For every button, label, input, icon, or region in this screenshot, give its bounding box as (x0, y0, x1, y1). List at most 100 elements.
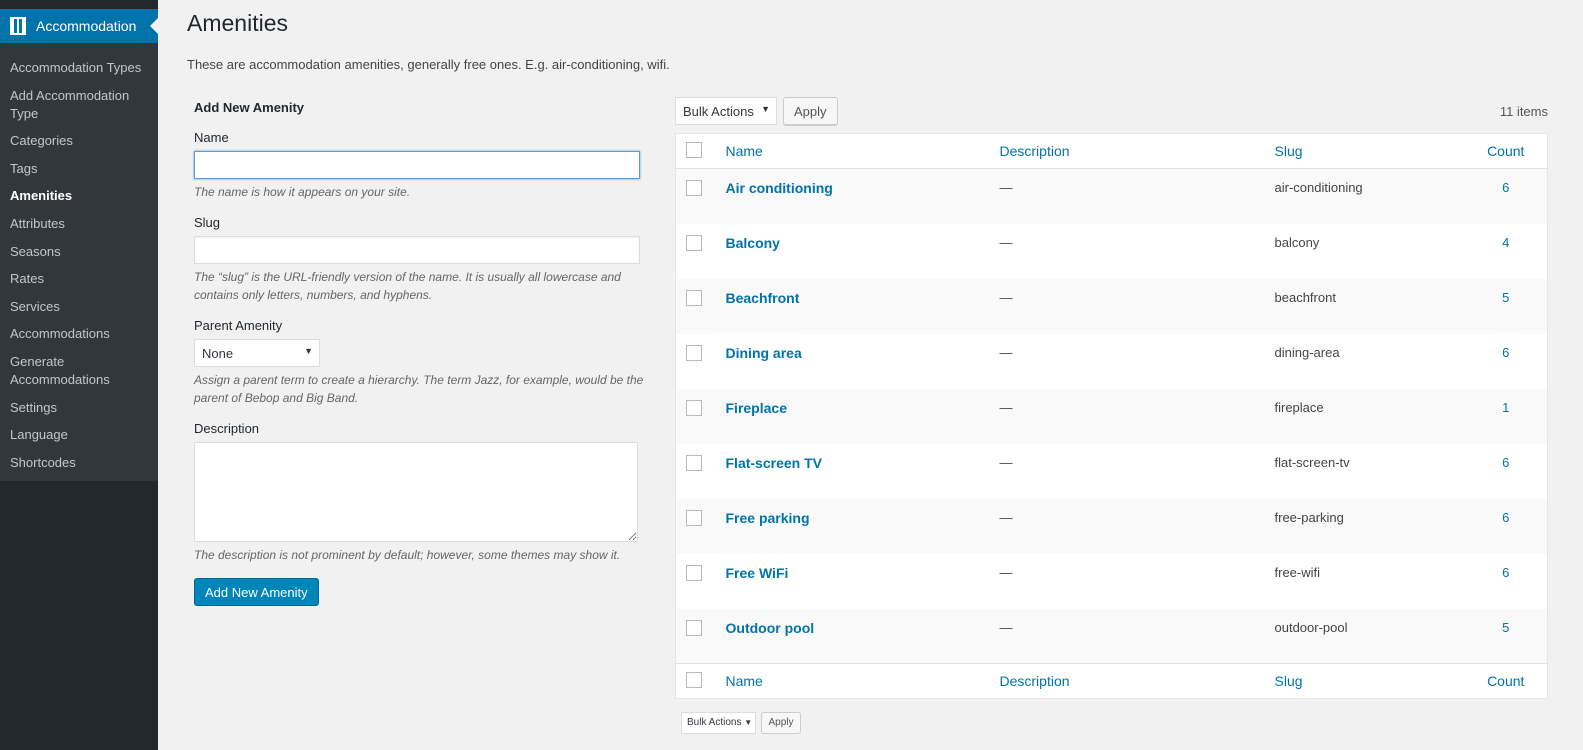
sidebar-item-seasons[interactable]: Seasons (0, 239, 158, 265)
amenity-slug: beachfront (1274, 289, 1336, 305)
amenity-description: — (999, 399, 1013, 415)
form-heading: Add New Amenity (194, 100, 305, 115)
column-description[interactable]: Description (989, 133, 1265, 169)
apply-button-bottom[interactable]: Apply (761, 712, 801, 734)
amenity-name-link[interactable]: Fireplace (726, 400, 787, 416)
sidebar-item-generate-accommodations[interactable]: Generate Accommodations (0, 349, 158, 393)
menu-accommodation[interactable]: Accommodation (0, 9, 158, 43)
table-row: Flat-screen TV — flat-screen-tv 6 (676, 444, 1548, 499)
amenity-name-link[interactable]: Beachfront (726, 290, 800, 306)
row-checkbox[interactable] (686, 180, 702, 196)
row-checkbox[interactable] (686, 564, 702, 581)
select-all-checkbox[interactable] (686, 141, 702, 158)
slug-label: Slug (194, 215, 221, 230)
current-arrow-icon (150, 18, 158, 34)
slug-input[interactable] (194, 236, 640, 264)
amenity-slug: free-parking (1274, 509, 1344, 525)
amenity-count-link[interactable]: 6 (1465, 334, 1548, 389)
top-tablenav: Bulk Actions ▼ Apply 11 items (675, 97, 1548, 125)
add-amenity-form: Add New Amenity Name The name is how it … (194, 100, 644, 606)
sidebar-item-add-accommodation-type[interactable]: Add Accommodation Type (0, 83, 158, 127)
select-all-checkbox-footer[interactable] (686, 671, 702, 688)
column-count[interactable]: Count (1464, 133, 1548, 169)
sidebar-item-attributes[interactable]: Attributes (0, 211, 158, 237)
amenity-slug: fireplace (1274, 399, 1324, 415)
menu-title: Accommodation (36, 18, 137, 34)
parent-value: None (202, 346, 234, 361)
amenity-slug: dining-area (1274, 344, 1340, 360)
sidebar-item-rates[interactable]: Rates (0, 266, 158, 292)
column-description-footer[interactable]: Description (989, 663, 1265, 699)
sidebar-item-accommodations[interactable]: Accommodations (0, 321, 158, 347)
amenity-slug: air-conditioning (1274, 180, 1363, 195)
amenity-count-link[interactable]: 5 (1465, 279, 1548, 334)
slug-help: The “slug” is the URL-friendly version o… (194, 270, 621, 302)
table-row: Air conditioning — air-conditioning 6 (675, 168, 1548, 224)
amenity-name-link[interactable]: Dining area (726, 345, 802, 361)
column-name-footer[interactable]: Name (715, 663, 990, 699)
sidebar-item-shortcodes[interactable]: Shortcodes (0, 450, 158, 476)
column-name[interactable]: Name (715, 133, 990, 169)
dropdown-arrow-icon: ▼ (761, 104, 770, 114)
apply-button[interactable]: Apply (783, 97, 838, 125)
amenity-count-link[interactable]: 6 (1465, 444, 1548, 499)
table-row: Free parking — free-parking 6 (675, 498, 1548, 554)
amenity-count-link[interactable]: 6 (1465, 169, 1548, 224)
table-row: Balcony — balcony 4 (676, 224, 1548, 279)
amenity-count-link[interactable]: 6 (1465, 499, 1548, 554)
dropdown-arrow-icon: ▼ (304, 346, 313, 356)
amenity-count-link[interactable]: 4 (1465, 224, 1548, 279)
amenity-description: — (999, 509, 1013, 525)
submenu: Accommodation Types Add Accommodation Typ… (0, 43, 158, 481)
row-checkbox[interactable] (686, 399, 702, 416)
amenity-count-link[interactable]: 5 (1465, 609, 1548, 664)
sidebar-item-language[interactable]: Language (0, 422, 158, 448)
amenity-name-link[interactable]: Balcony (726, 235, 780, 251)
amenity-description: — (999, 234, 1013, 250)
row-checkbox[interactable] (686, 289, 702, 306)
sidebar-item-categories[interactable]: Categories (0, 128, 158, 154)
amenity-name-link[interactable]: Outdoor pool (726, 620, 815, 636)
page-title: Amenities (187, 10, 288, 36)
column-slug[interactable]: Slug (1264, 133, 1465, 169)
row-checkbox[interactable] (686, 234, 702, 251)
column-slug-footer[interactable]: Slug (1264, 663, 1465, 699)
amenity-description: — (999, 180, 1013, 195)
amenity-name-link[interactable]: Free WiFi (726, 565, 789, 581)
parent-help: Assign a parent term to create a hierarc… (194, 373, 644, 405)
sidebar-item-services[interactable]: Services (0, 294, 158, 320)
amenity-description: — (999, 564, 1013, 580)
row-checkbox[interactable] (686, 509, 702, 526)
amenity-slug: flat-screen-tv (1274, 454, 1350, 470)
row-checkbox[interactable] (686, 344, 702, 361)
column-count-footer[interactable]: Count (1464, 663, 1548, 699)
amenity-description: — (999, 289, 1013, 305)
amenity-slug: balcony (1274, 234, 1320, 250)
row-checkbox[interactable] (686, 619, 702, 636)
name-label: Name (194, 130, 229, 145)
amenity-name-link[interactable]: Free parking (726, 510, 810, 526)
table-row: Free WiFi — free-wifi 6 (676, 554, 1548, 609)
description-help: The description is not prominent by defa… (194, 548, 621, 562)
sidebar-item-accommodation-types[interactable]: Accommodation Types (0, 55, 158, 81)
dropdown-arrow-icon: ▼ (744, 718, 753, 727)
amenity-count-link[interactable]: 6 (1465, 554, 1548, 609)
bulk-actions-select-bottom[interactable]: Bulk Actions ▼ (681, 712, 756, 734)
page-description: These are accommodation amenities, gener… (187, 57, 670, 72)
amenity-name-link[interactable]: Flat-screen TV (726, 455, 822, 471)
name-help: The name is how it appears on your site. (194, 185, 411, 199)
description-label: Description (194, 421, 260, 436)
amenity-description: — (999, 344, 1013, 360)
sidebar-item-tags[interactable]: Tags (0, 156, 158, 182)
name-input[interactable] (194, 151, 640, 179)
sidebar-item-amenities[interactable]: Amenities (0, 183, 158, 209)
amenity-name-link[interactable]: Air conditioning (726, 180, 833, 196)
amenity-count-link[interactable]: 1 (1465, 389, 1548, 444)
row-checkbox[interactable] (686, 454, 702, 471)
sidebar-item-settings[interactable]: Settings (0, 395, 158, 421)
table-row: Beachfront — beachfront 5 (675, 278, 1548, 334)
add-new-amenity-button[interactable]: Add New Amenity (194, 578, 319, 606)
description-textarea[interactable] (194, 442, 638, 542)
bulk-actions-select[interactable]: Bulk Actions ▼ (675, 97, 777, 125)
parent-select[interactable]: None ▼ (194, 339, 320, 367)
